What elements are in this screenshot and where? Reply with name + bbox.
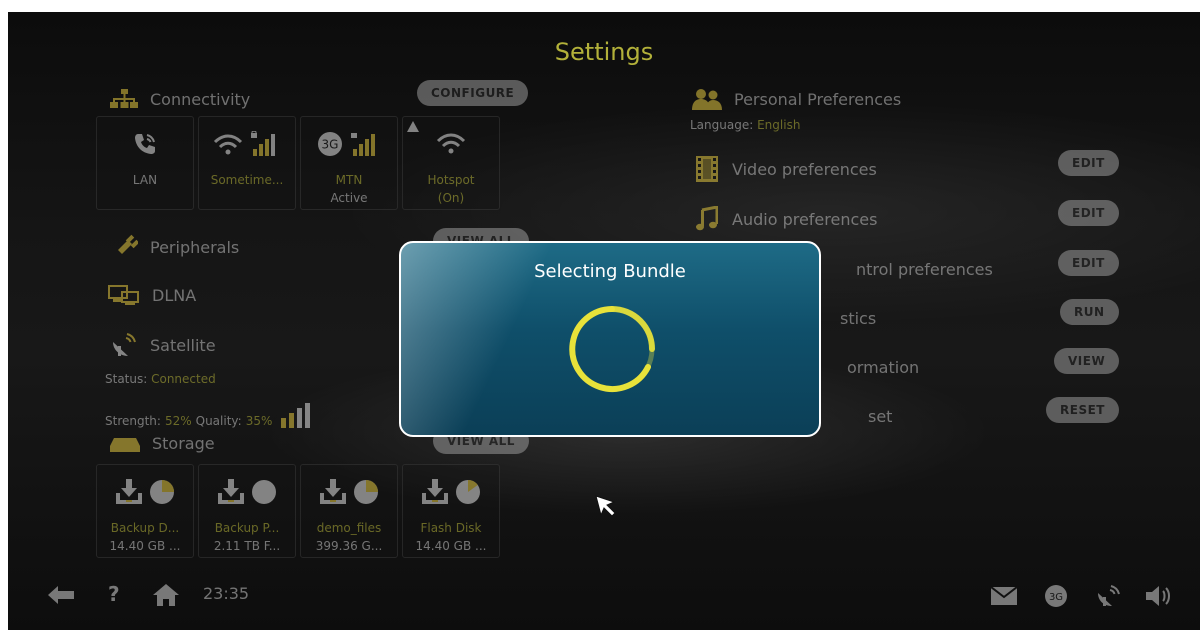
preference-label: Video preferences <box>732 159 877 179</box>
storage-size: 2.11 TB F... <box>213 539 281 553</box>
satellite-strength-quality: Strength: 52% Quality: 35% <box>105 402 316 428</box>
mobile-signal-icon <box>351 133 375 156</box>
svg-text:3G: 3G <box>1049 592 1063 603</box>
volume-icon[interactable] <box>1146 585 1172 607</box>
configure-button[interactable]: CONFIGURE <box>417 80 529 106</box>
usage-pie-icon <box>456 480 480 504</box>
download-drive-icon <box>422 479 448 504</box>
download-drive-icon <box>116 479 142 504</box>
dlna-label: DLNA <box>152 285 197 305</box>
music-note-icon <box>696 206 718 231</box>
usage-pie-icon <box>252 480 276 504</box>
hard-drive-icon <box>110 437 140 452</box>
network-icon <box>110 89 138 108</box>
language-setting: Language: English <box>690 118 801 132</box>
preference-action-button[interactable]: EDIT <box>1058 250 1119 276</box>
storage-tile[interactable]: Flash Disk 14.40 GB ... <box>402 464 500 558</box>
peripherals-label: Peripherals <box>150 237 240 257</box>
mail-icon[interactable] <box>991 587 1017 605</box>
satellite-status-icon <box>1098 585 1120 606</box>
satellite-header: Satellite <box>110 332 216 358</box>
preference-action-button[interactable]: RESET <box>1046 397 1119 423</box>
lan-label: LAN <box>132 173 158 187</box>
personal-preferences-label: Personal Preferences <box>734 89 902 109</box>
storage-size: 14.40 GB ... <box>109 539 181 553</box>
mobile-status: Active <box>330 191 368 205</box>
mobile-operator: MTN <box>335 173 363 187</box>
storage-size: 14.40 GB ... <box>415 539 487 553</box>
usage-pie-icon <box>354 480 378 504</box>
download-drive-icon <box>218 479 244 504</box>
signal-strength-icon <box>281 403 311 428</box>
wifi-icon <box>213 134 243 155</box>
storage-size: 399.36 G... <box>315 539 383 553</box>
satellite-status: Status: Connected <box>105 372 216 386</box>
storage-name: Backup D... <box>110 521 180 535</box>
storage-tile[interactable]: demo_files 399.36 G... <box>300 464 398 558</box>
preference-label: ntrol preferences <box>856 259 993 279</box>
connectivity-label: Connectivity <box>150 89 251 109</box>
usage-pie-icon <box>150 480 174 504</box>
phone-icon <box>135 134 155 154</box>
dlna-header: DLNA <box>108 284 196 306</box>
preference-row: Audio preferences <box>696 206 877 232</box>
hotspot-label: Hotspot <box>427 173 475 187</box>
preference-label: stics <box>840 308 877 328</box>
peripherals-header: Peripherals <box>110 234 239 260</box>
preference-label: ormation <box>847 357 920 377</box>
clock: 23:35 <box>203 584 250 603</box>
3g-status-icon: 3G <box>1045 585 1067 607</box>
download-drive-icon <box>320 479 346 504</box>
mobile-tile[interactable]: 3G MTN Active <box>300 116 398 210</box>
hotspot-tile[interactable]: Hotspot (On) <box>402 116 500 210</box>
home-icon[interactable] <box>153 584 179 606</box>
loading-dialog: Selecting Bundle <box>399 241 821 437</box>
wifi-label: Sometime... <box>210 173 284 187</box>
preference-action-button[interactable]: EDIT <box>1058 150 1119 176</box>
back-arrow-icon[interactable] <box>48 586 74 604</box>
storage-label: Storage <box>152 434 215 453</box>
loading-spinner-icon <box>569 306 655 392</box>
preference-label: set <box>868 406 893 426</box>
preference-action-button[interactable]: EDIT <box>1058 200 1119 226</box>
storage-tile[interactable]: Backup P... 2.11 TB F... <box>198 464 296 558</box>
pointer-cursor <box>595 495 616 517</box>
usb-plug-icon <box>114 234 138 258</box>
storage-tile[interactable]: Backup D... 14.40 GB ... <box>96 464 194 558</box>
storage-name: demo_files <box>316 521 382 535</box>
dialog-title: Selecting Bundle <box>534 261 686 282</box>
storage-header: Storage <box>110 434 215 453</box>
satellite-label: Satellite <box>150 335 216 355</box>
preference-label: Audio preferences <box>732 209 878 229</box>
personal-preferences-header: Personal Preferences <box>692 88 901 110</box>
people-icon <box>692 89 722 110</box>
preference-action-button[interactable]: VIEW <box>1054 348 1120 374</box>
lan-tile[interactable]: LAN <box>96 116 194 210</box>
svg-text:3G: 3G <box>322 138 339 152</box>
page-title: Settings <box>554 38 654 66</box>
preference-row: Video preferences <box>696 156 877 182</box>
3g-badge-icon: 3G <box>318 132 342 156</box>
dlna-devices-icon <box>108 285 139 305</box>
preference-action-button[interactable]: RUN <box>1060 299 1119 325</box>
help-button[interactable]: ? <box>108 582 120 606</box>
storage-name: Backup P... <box>214 521 280 535</box>
wifi-tile[interactable]: Sometime... <box>198 116 296 210</box>
hotspot-state: (On) <box>437 191 465 205</box>
connectivity-header: Connectivity <box>110 88 250 110</box>
film-icon <box>696 156 718 182</box>
signal-bars-icon <box>251 131 275 156</box>
satellite-dish-icon <box>113 333 136 356</box>
storage-name: Flash Disk <box>420 521 482 535</box>
hotspot-wifi-icon <box>436 133 466 154</box>
